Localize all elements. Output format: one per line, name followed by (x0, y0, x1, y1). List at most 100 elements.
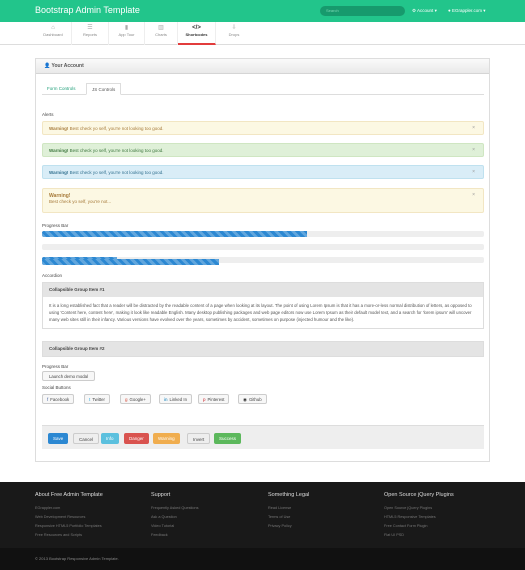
footer-link[interactable]: HTML5 Responsive Templates (384, 513, 454, 522)
progress-fill (42, 259, 219, 265)
warning-alert: Warning! Best check yo self, you're not … (42, 121, 484, 135)
footer-link[interactable]: Ask a Question (151, 513, 199, 522)
top-navbar: Bootstrap Admin Template Search ⚙ Accoun… (0, 0, 525, 22)
accordion-header[interactable]: Collapsible Group Item #2 (43, 342, 483, 356)
success-alert: Warning! Best check yo self, you're not … (42, 143, 484, 157)
dropdown-icon: ⇩ (231, 25, 237, 31)
alert-title: Warning! (49, 170, 69, 175)
footer-heading: Something Legal (268, 492, 310, 498)
alert-text: Best check yo self, you're not looking t… (69, 148, 164, 153)
footer-link[interactable]: Feedback (151, 531, 199, 540)
accordion-label: Accordion (42, 273, 63, 278)
nav-shortcodes[interactable]: </> Shortcodes (178, 22, 216, 45)
button-label: Google+ (129, 397, 146, 402)
tab-js-controls[interactable]: JS Controls (86, 83, 122, 95)
close-icon[interactable]: × (472, 192, 475, 198)
alerts-label: Alerts (42, 112, 54, 117)
search-input[interactable]: Search (320, 6, 405, 16)
save-button[interactable]: Save (48, 433, 69, 444)
launch-modal-button[interactable]: Launch demo modal (42, 371, 95, 381)
footer-link[interactable]: Privacy Policy (268, 522, 309, 531)
nav-label: Shortcodes (185, 32, 208, 37)
footer-heading: Open Source jQuery Plugins (384, 492, 454, 498)
accordion: Collapsible Group Item #2 (42, 341, 484, 357)
copyright: © 2013 Bootstrap Responsive Admin Templa… (0, 548, 525, 570)
google-plus-icon: g (125, 397, 128, 402)
facebook-button[interactable]: f Facebook (42, 394, 75, 404)
nav-app-tour[interactable]: ▮ App Tour (109, 22, 145, 45)
chart-icon: ▥ (158, 25, 164, 31)
info-button[interactable]: Info (101, 433, 119, 444)
close-icon[interactable]: × (472, 125, 475, 131)
block-alert: Warning! Best check yo self, you're not..… (42, 188, 484, 213)
nav-charts[interactable]: ▥ Charts (145, 22, 178, 45)
nav-label: Charts (155, 32, 167, 37)
accordion: Collapsible Group Item #1 It is a long e… (42, 282, 484, 329)
nav-label: Dashboard (43, 32, 63, 37)
footer-link[interactable]: Web Development Resources (35, 513, 103, 522)
nav-label: App Tour (118, 32, 135, 37)
footer-link[interactable]: Terms of Use (268, 513, 309, 522)
alert-title: Warning! (49, 126, 69, 131)
accordion-header[interactable]: Collapsible Group Item #1 (43, 283, 483, 297)
twitter-icon: t (89, 397, 91, 402)
footer-link[interactable]: Video Tutorial (151, 522, 199, 531)
social-label: Social Buttons (42, 385, 71, 390)
progress-bar (42, 259, 484, 265)
github-button[interactable]: ◉ Github (238, 394, 267, 404)
close-icon[interactable]: × (472, 147, 475, 153)
close-icon[interactable]: × (472, 169, 475, 175)
linkedin-button[interactable]: in Linked In (159, 394, 192, 404)
nav-dashboard[interactable]: ⌂ Dashboard (35, 22, 72, 45)
footer-link[interactable]: Open Source jQuery Plugins (384, 504, 454, 513)
progress-bar (42, 231, 484, 237)
account-widget: 👤 Your Account Form Controls JS Controls… (35, 58, 490, 462)
accordion-body: It is a long established fact that a rea… (43, 297, 483, 328)
footer-link[interactable]: Free Contact Form Plugin (384, 522, 454, 531)
code-icon: </> (192, 25, 201, 31)
twitter-button[interactable]: t Twitter (84, 394, 110, 404)
success-button[interactable]: Success (214, 433, 242, 444)
nav-label: Drops (228, 32, 240, 37)
footer-link[interactable]: EGrappler.com (35, 504, 103, 513)
progress-label: Progress Bar (42, 223, 69, 228)
footer-col-plugins: Open Source jQuery Plugins Open Source j… (384, 492, 454, 540)
alert-text: Best check yo self, you're not... (49, 199, 112, 204)
footer-heading: Support (151, 492, 171, 498)
linkedin-icon: in (164, 397, 168, 402)
footer-link[interactable]: Frequently Asked Questions (151, 504, 199, 513)
user-icon: 👤 (44, 63, 52, 69)
footer-link[interactable]: Responsive HTML5 Portfolio Templates (35, 522, 103, 531)
form-actions: Save Cancel Info Danger Warning Invert S… (42, 425, 484, 449)
pinterest-button[interactable]: p Pinterest (198, 394, 230, 404)
nav-label: Reports (82, 32, 97, 37)
nav-reports[interactable]: ☰ Reports (72, 22, 109, 45)
footer-col-legal: Something Legal Read License Terms of Us… (268, 492, 309, 531)
alert-text: Best check yo self, you're not looking t… (69, 170, 164, 175)
modal-label: Progress Bar (42, 364, 69, 369)
pinterest-icon: p (203, 397, 206, 402)
footer-link[interactable]: Flat UI PSD (384, 531, 454, 540)
button-label: Linked In (169, 397, 187, 402)
alert-title: Warning! (49, 148, 69, 153)
tab-form-controls[interactable]: Form Controls (42, 83, 81, 95)
footer-link[interactable]: Read License (268, 504, 309, 513)
danger-button[interactable]: Danger (124, 433, 149, 444)
nav-drops[interactable]: ⇩ Drops (216, 22, 252, 45)
footer-link[interactable]: Free Resources and Scripts (35, 531, 103, 540)
cancel-button[interactable]: Cancel (73, 433, 100, 444)
brand-logo[interactable]: Bootstrap Admin Template (35, 5, 140, 15)
list-icon: ☰ (87, 25, 93, 31)
button-label: Github (248, 397, 262, 402)
widget-title: Your Account (51, 63, 84, 69)
invert-button[interactable]: Invert (187, 433, 211, 444)
button-label: Facebook (50, 397, 70, 402)
warning-button[interactable]: Warning (153, 433, 180, 444)
alert-text: Best check yo self, you're not looking t… (69, 126, 164, 131)
user-menu[interactable]: ● EGrappler.com ▾ (448, 8, 486, 14)
google-plus-button[interactable]: g Google+ (120, 394, 151, 404)
footer: About Free Admin Template EGrappler.com … (0, 482, 525, 548)
account-menu[interactable]: ⚙ Account ▾ (412, 8, 437, 14)
progress-bar (42, 244, 484, 250)
footer-heading: About Free Admin Template (35, 492, 103, 498)
